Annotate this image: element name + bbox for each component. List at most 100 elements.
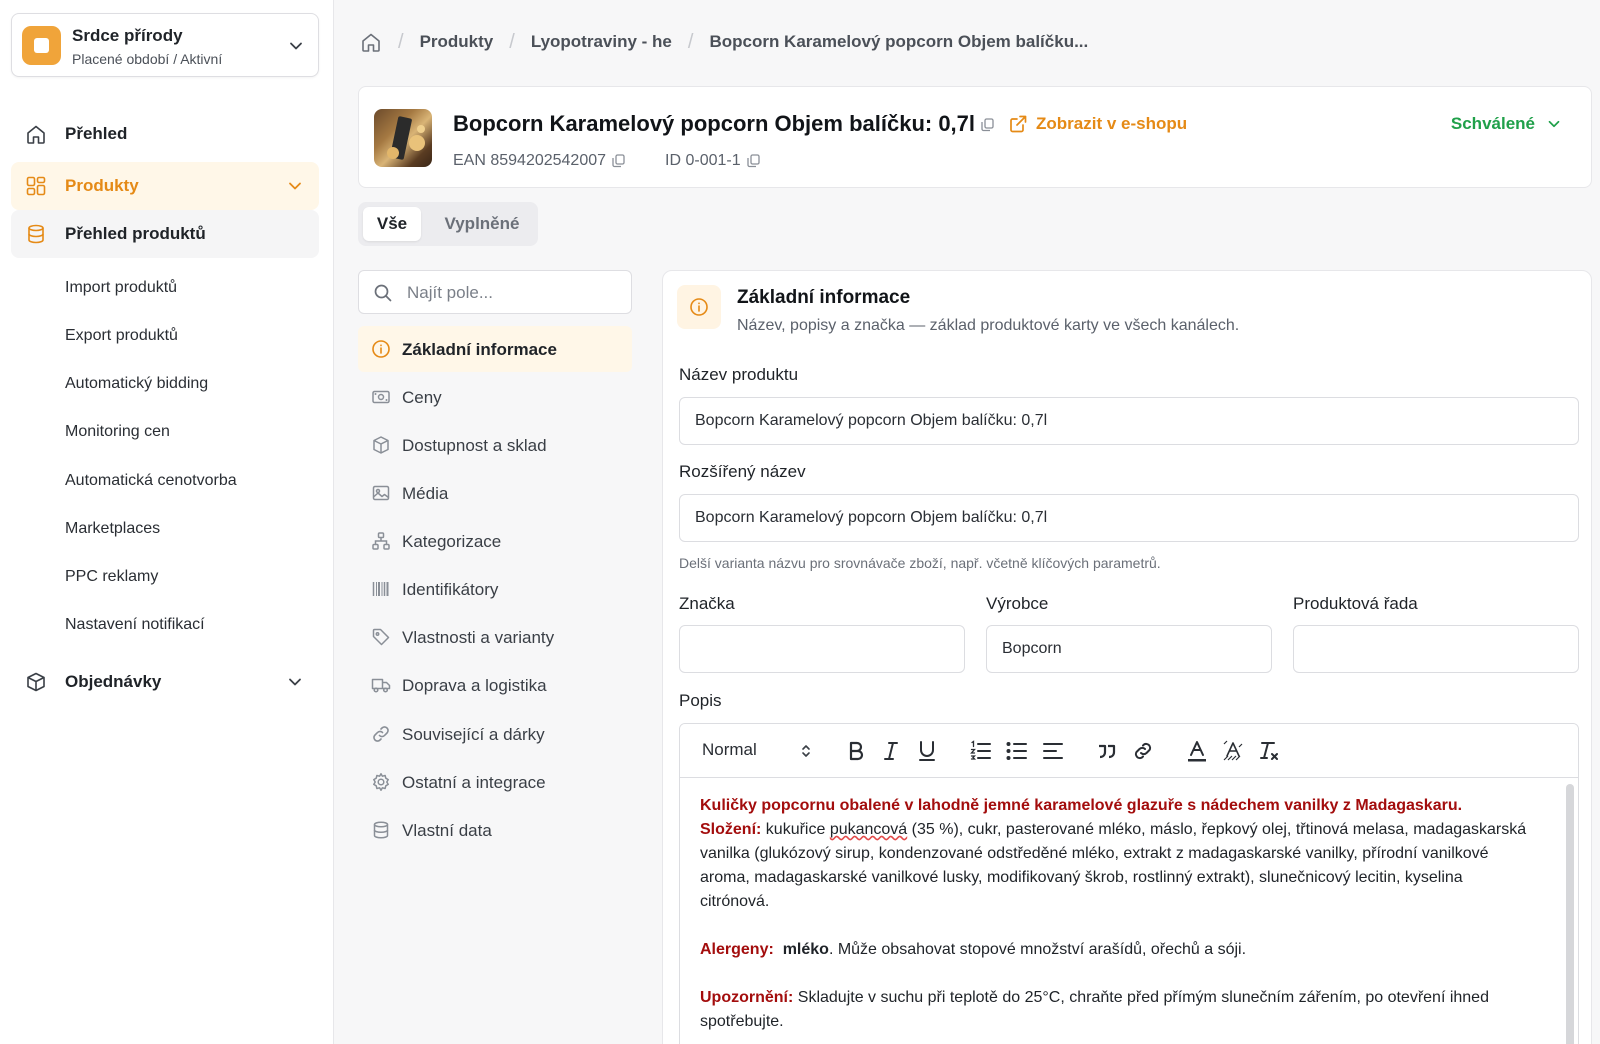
sidebar-item-products[interactable]: Produkty	[11, 162, 319, 210]
section-label: Identifikátory	[402, 580, 499, 599]
view-in-eshop-link[interactable]: Zobrazit v e-shopu	[1008, 114, 1187, 134]
sidebar-item-ppc[interactable]: PPC reklamy	[65, 568, 158, 586]
description-paragraph-1: Kuličky popcornu obalené v lahodně jemné…	[700, 794, 1535, 914]
editor-toolbar: Normal	[680, 724, 1578, 778]
section-other[interactable]: Ostatní a integrace	[358, 759, 632, 805]
org-logo	[22, 26, 61, 65]
section-properties[interactable]: Vlastnosti a varianty	[358, 614, 632, 660]
editor-content[interactable]: Kuličky popcornu obalené v lahodně jemné…	[700, 794, 1535, 1044]
images-icon	[372, 485, 390, 501]
tab-all[interactable]: Vše	[363, 207, 421, 241]
sidebar-item-import[interactable]: Import produktů	[65, 279, 177, 297]
section-label: Ceny	[402, 388, 442, 407]
chevron-down-icon	[289, 678, 301, 686]
extended-name-label: Rozšířený název	[679, 462, 806, 481]
search-input[interactable]	[407, 281, 617, 305]
copy-icon[interactable]	[981, 118, 994, 132]
text-format-select[interactable]: Normal	[702, 740, 812, 760]
eshop-link-label: Zobrazit v e-shopu	[1036, 114, 1188, 133]
breadcrumb-products[interactable]: Produkty	[420, 32, 494, 52]
description-paragraph-3: Upozornění: Skladujte v suchu při teplot…	[700, 986, 1535, 1034]
section-label: Základní informace	[402, 340, 557, 359]
status-label: Schválené	[1450, 114, 1535, 133]
ingredients-text-a: kukuřice	[761, 821, 830, 838]
warning-text: Skladujte v suchu při teplotě do 25°C, c…	[700, 989, 1489, 1030]
box-icon	[373, 436, 389, 454]
sidebar-item-auto-pricing[interactable]: Automatická cenotvorba	[65, 472, 237, 490]
sidebar-item-notifications[interactable]: Nastavení notifikací	[65, 616, 205, 634]
updown-icon	[802, 745, 810, 757]
info-icon	[372, 340, 390, 358]
allergens-bold: mléko	[782, 941, 829, 958]
section-availability[interactable]: Dostupnost a sklad	[358, 422, 632, 468]
panel-icon-badge	[677, 285, 721, 329]
box-icon	[27, 672, 45, 692]
quote-icon[interactable]	[1094, 738, 1120, 764]
description-editor: Normal Kuličky popcornu obalené v lahodn…	[679, 723, 1579, 1044]
section-label: Vlastní data	[402, 821, 492, 840]
field-filter-tabs: Vše Vyplněné	[358, 202, 538, 246]
underline-icon[interactable]	[914, 738, 940, 764]
manufacturer-field[interactable]: Bopcorn	[986, 625, 1272, 673]
product-title: Bopcorn Karamelový popcorn Objem balíčku…	[453, 111, 976, 136]
section-label: Kategorizace	[402, 532, 502, 551]
sidebar-item-marketplaces[interactable]: Marketplaces	[65, 520, 160, 538]
breadcrumb-category[interactable]: Lyopotraviny - he	[531, 32, 672, 52]
intro-text: Kuličky popcornu obalené v lahodně jemné…	[700, 797, 1463, 814]
sidebar-item-label: Objednávky	[65, 672, 162, 691]
align-left-icon[interactable]	[1040, 738, 1066, 764]
copy-icon[interactable]	[746, 154, 760, 168]
section-label: Doprava a logistika	[402, 676, 547, 695]
sidebar-item-price-monitoring[interactable]: Monitoring cen	[65, 423, 170, 441]
italic-icon[interactable]	[878, 738, 904, 764]
bullet-list-icon[interactable]	[1004, 738, 1030, 764]
section-categorization[interactable]: Kategorizace	[358, 518, 632, 564]
sidebar-item-auto-bidding[interactable]: Automatický bidding	[65, 375, 208, 393]
tag-icon	[372, 628, 390, 646]
section-label: Dostupnost a sklad	[402, 436, 547, 455]
home-icon	[27, 125, 45, 144]
sidebar-item-overview[interactable]: Přehled	[11, 110, 319, 158]
section-media[interactable]: Média	[358, 470, 632, 516]
bold-icon[interactable]	[843, 738, 869, 764]
section-identifiers[interactable]: Identifikátory	[358, 566, 632, 612]
sidebar-item-orders[interactable]: Objednávky	[11, 658, 319, 706]
section-label: Související a dárky	[402, 725, 545, 744]
chevron-down-icon	[1548, 120, 1560, 128]
breadcrumb-separator: /	[509, 30, 515, 53]
section-label: Vlastnosti a varianty	[402, 628, 555, 647]
section-shipping[interactable]: Doprava a logistika	[358, 662, 632, 708]
section-related[interactable]: Související a dárky	[358, 711, 632, 757]
product-thumbnail	[374, 109, 432, 167]
sidebar-item-export[interactable]: Export produktů	[65, 327, 178, 345]
banknote-icon	[372, 390, 390, 404]
copy-icon[interactable]	[612, 154, 625, 168]
brand-field[interactable]	[679, 625, 965, 673]
product-id: ID 0-001-1	[665, 152, 760, 170]
ordered-list-icon[interactable]	[968, 738, 994, 764]
text-color-icon[interactable]	[1184, 738, 1210, 764]
spellcheck-word: pukancová	[829, 821, 908, 838]
status-dropdown[interactable]: Schválené	[1451, 114, 1563, 134]
tab-filled[interactable]: Vyplněné	[430, 207, 534, 241]
section-basic-info[interactable]: Základní informace	[358, 326, 632, 372]
editor-scrollbar[interactable]	[1566, 784, 1574, 1044]
extended-name-field[interactable]: Bopcorn Karamelový popcorn Objem balíčku…	[679, 494, 1579, 542]
product-identifiers: EAN 8594202542007 ID 0-001-1	[453, 152, 760, 170]
barcode-icon	[372, 582, 389, 596]
highlight-color-icon[interactable]	[1220, 738, 1246, 764]
home-icon[interactable]	[360, 31, 382, 53]
product-line-field[interactable]	[1293, 625, 1579, 673]
section-prices[interactable]: Ceny	[358, 374, 632, 420]
section-label: Média	[402, 484, 449, 503]
ingredients-label: Složení:	[700, 821, 762, 838]
sidebar: Srdce přírody Placené období / Aktivní P…	[0, 0, 334, 1044]
product-name-field[interactable]: Bopcorn Karamelový popcorn Objem balíčku…	[679, 397, 1579, 445]
org-switcher[interactable]: Srdce přírody Placené období / Aktivní	[11, 13, 319, 77]
sidebar-item-products-overview[interactable]: Přehled produktů	[11, 210, 319, 258]
sidebar-item-label: Přehled	[65, 124, 128, 143]
product-line-label: Produktová řada	[1293, 594, 1418, 613]
clear-format-icon[interactable]	[1256, 738, 1282, 764]
link-icon[interactable]	[1130, 738, 1156, 764]
section-custom-data[interactable]: Vlastní data	[358, 807, 632, 853]
